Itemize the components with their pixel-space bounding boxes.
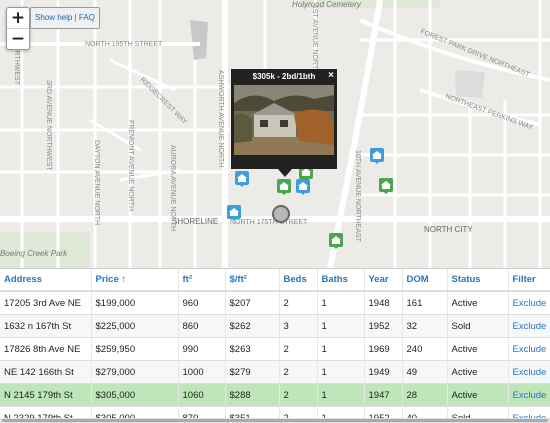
cell-sqft: 1000 bbox=[178, 361, 225, 384]
cell-beds: 2 bbox=[279, 361, 317, 384]
label-aurora: AURORA AVENUE NORTH bbox=[169, 145, 176, 231]
label-north-city: NORTH CITY bbox=[424, 225, 473, 234]
label-boeing: Boeing Creek Park bbox=[0, 249, 68, 258]
listing-photo[interactable] bbox=[234, 85, 334, 155]
zoom-control: + − bbox=[6, 7, 30, 50]
column-header-dom[interactable]: DOM bbox=[402, 269, 447, 291]
column-header-price[interactable]: Price ↑ bbox=[91, 269, 178, 291]
cell-baths: 1 bbox=[317, 291, 364, 315]
cell-year: 1947 bbox=[364, 384, 402, 407]
sold-home-marker-icon[interactable] bbox=[235, 171, 249, 187]
listing-popup[interactable]: $305k - 2bd/1bth × bbox=[231, 69, 337, 169]
cell-sqft: 960 bbox=[178, 291, 225, 315]
cell-address: NE 142 166th St bbox=[0, 361, 91, 384]
popup-title: $305k - 2bd/1bth bbox=[231, 69, 337, 84]
cell-dom: 28 bbox=[402, 384, 447, 407]
table-header-row: Address Price ↑ ft² $/ft² Beds Baths Yea… bbox=[0, 269, 550, 291]
column-header-baths[interactable]: Baths bbox=[317, 269, 364, 291]
cell-status: Active bbox=[447, 361, 508, 384]
map-view[interactable]: Holyrood Cemetery NORTH 195TH STREET SHO… bbox=[0, 0, 550, 268]
cell-address: 1632 n 167th St bbox=[0, 315, 91, 338]
cell-year: 1948 bbox=[364, 291, 402, 315]
cell-beds: 2 bbox=[279, 384, 317, 407]
table-row[interactable]: 17205 3rd Ave NE $199,000 960 $207 2 1 1… bbox=[0, 291, 550, 315]
label-cemetery: Holyrood Cemetery bbox=[292, 0, 362, 9]
cell-price: $225,000 bbox=[91, 315, 178, 338]
label-ashworth: ASHWORTH AVENUE NORTH bbox=[217, 70, 224, 167]
label-n195: NORTH 195TH STREET bbox=[85, 41, 163, 48]
cell-baths: 1 bbox=[317, 315, 364, 338]
label-perkins: NORTHEAST PERKINS WAY bbox=[444, 93, 534, 131]
cell-price-per-sqft: $263 bbox=[225, 338, 279, 361]
column-header-status[interactable]: Status bbox=[447, 269, 508, 291]
cell-price: $305,000 bbox=[91, 384, 178, 407]
cell-price: $279,000 bbox=[91, 361, 178, 384]
show-help-link[interactable]: Show help | FAQ bbox=[30, 7, 100, 29]
cell-sqft: 860 bbox=[178, 315, 225, 338]
cell-year: 1949 bbox=[364, 361, 402, 384]
cell-beds: 3 bbox=[279, 315, 317, 338]
cell-baths: 1 bbox=[317, 361, 364, 384]
cell-price-per-sqft: $279 bbox=[225, 361, 279, 384]
exclude-link[interactable]: Exclude bbox=[508, 338, 550, 361]
cell-address: N 2145 179th St bbox=[0, 384, 91, 407]
sold-home-marker-icon[interactable] bbox=[296, 179, 310, 195]
cell-baths: 1 bbox=[317, 338, 364, 361]
cell-price: $199,000 bbox=[91, 291, 178, 315]
cell-status: Active bbox=[447, 384, 508, 407]
cell-dom: 32 bbox=[402, 315, 447, 338]
cell-beds: 2 bbox=[279, 338, 317, 361]
cell-sqft: 1060 bbox=[178, 384, 225, 407]
cell-address: 17205 3rd Ave NE bbox=[0, 291, 91, 315]
active-home-marker-icon[interactable] bbox=[379, 178, 393, 194]
active-home-marker-icon[interactable] bbox=[329, 233, 343, 249]
label-fremont: FREMONT AVENUE NORTH bbox=[127, 120, 134, 211]
table-row[interactable]: NE 142 166th St $279,000 1000 $279 2 1 1… bbox=[0, 361, 550, 384]
cell-price: $259,950 bbox=[91, 338, 178, 361]
cell-baths: 1 bbox=[317, 384, 364, 407]
label-third: 3RD AVENUE NORTHWEST bbox=[45, 80, 52, 171]
exclude-link[interactable]: Exclude bbox=[508, 291, 550, 315]
cell-price-per-sqft: $262 bbox=[225, 315, 279, 338]
exclude-link[interactable]: Exclude bbox=[508, 361, 550, 384]
table-row-selected[interactable]: N 2145 179th St $305,000 1060 $288 2 1 1… bbox=[0, 384, 550, 407]
column-header-beds[interactable]: Beds bbox=[279, 269, 317, 291]
column-header-year[interactable]: Year bbox=[364, 269, 402, 291]
cell-dom: 240 bbox=[402, 338, 447, 361]
popup-close-icon[interactable]: × bbox=[328, 70, 334, 81]
cell-beds: 2 bbox=[279, 291, 317, 315]
cell-year: 1969 bbox=[364, 338, 402, 361]
horizontal-scrollbar[interactable] bbox=[0, 418, 550, 423]
label-n175: NORTH 175TH STREET bbox=[230, 219, 308, 226]
zoom-out-button[interactable]: − bbox=[7, 28, 29, 49]
table-row[interactable]: 1632 n 167th St $225,000 860 $262 3 1 19… bbox=[0, 315, 550, 338]
sold-home-marker-icon[interactable] bbox=[370, 148, 384, 164]
column-header-price-per-sqft[interactable]: $/ft² bbox=[225, 269, 279, 291]
exclude-link[interactable]: Exclude bbox=[508, 315, 550, 338]
cell-status: Active bbox=[447, 291, 508, 315]
sold-home-marker-icon[interactable] bbox=[227, 205, 241, 221]
cell-address: 17826 8th Ave NE bbox=[0, 338, 91, 361]
label-shoreline: SHORELINE bbox=[172, 217, 218, 226]
label-dayton: DAYTON AVENUE NORTH bbox=[93, 140, 100, 225]
cell-year: 1952 bbox=[364, 315, 402, 338]
cell-dom: 49 bbox=[402, 361, 447, 384]
cell-price-per-sqft: $288 bbox=[225, 384, 279, 407]
cell-status: Sold bbox=[447, 315, 508, 338]
column-header-sqft[interactable]: ft² bbox=[178, 269, 225, 291]
listings-table: Address Price ↑ ft² $/ft² Beds Baths Yea… bbox=[0, 269, 550, 423]
label-tenth: 10TH AVENUE NORTHEAST bbox=[354, 150, 361, 243]
table-row[interactable]: 17826 8th Ave NE $259,950 990 $263 2 1 1… bbox=[0, 338, 550, 361]
cell-price-per-sqft: $207 bbox=[225, 291, 279, 315]
zoom-in-button[interactable]: + bbox=[7, 8, 29, 28]
column-header-filter[interactable]: Filter bbox=[508, 269, 550, 291]
selected-location-marker[interactable] bbox=[272, 205, 290, 223]
listings-table-container[interactable]: Address Price ↑ ft² $/ft² Beds Baths Yea… bbox=[0, 268, 550, 423]
cell-dom: 161 bbox=[402, 291, 447, 315]
exclude-link[interactable]: Exclude bbox=[508, 384, 550, 407]
cell-status: Active bbox=[447, 338, 508, 361]
cell-sqft: 990 bbox=[178, 338, 225, 361]
column-header-address[interactable]: Address bbox=[0, 269, 91, 291]
active-home-marker-icon[interactable] bbox=[277, 179, 291, 195]
